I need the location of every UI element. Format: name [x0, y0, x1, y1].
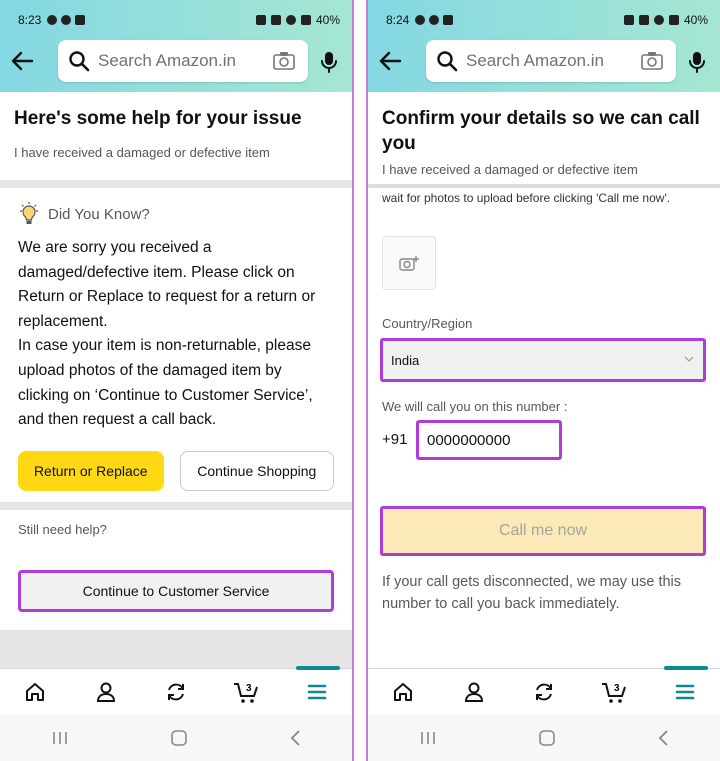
signal-icon	[668, 15, 679, 25]
home-icon[interactable]	[389, 678, 417, 706]
section-divider	[0, 180, 352, 188]
did-you-know-body: We are sorry you received a damaged/defe…	[18, 236, 334, 433]
home-button-icon[interactable]	[170, 729, 188, 747]
lock-icon	[255, 15, 266, 25]
back-arrow-icon[interactable]	[10, 50, 34, 72]
back-button-icon[interactable]	[288, 729, 302, 747]
page-header: Here's some help for your issue I have r…	[0, 92, 352, 160]
bottom-nav: 3	[368, 666, 720, 714]
camera-icon[interactable]	[272, 50, 296, 72]
gallery-icon	[75, 15, 86, 25]
country-region-label: Country/Region	[382, 316, 473, 331]
continue-shopping-button[interactable]: Continue Shopping	[179, 450, 334, 491]
did-you-know-header: Did You Know?	[18, 202, 334, 226]
location-icon	[61, 15, 72, 25]
signal-icon	[300, 15, 311, 25]
still-need-help-label: Still need help?	[18, 522, 107, 537]
refresh-icon[interactable]	[162, 678, 190, 706]
left-screen: 8:23 40% Search Amazon.in Here's some he…	[0, 0, 352, 761]
refresh-icon[interactable]	[530, 678, 558, 706]
battery-level: 40%	[683, 13, 708, 27]
menu-icon[interactable]	[303, 678, 331, 706]
top-bar: 8:23 40% Search Amazon.in	[0, 0, 352, 92]
status-bar: 8:24 40%	[386, 12, 708, 28]
continue-to-customer-service-button[interactable]: Continue to Customer Service	[18, 570, 334, 612]
status-bar: 8:23 40%	[18, 12, 340, 28]
nav-active-indicator	[296, 666, 340, 670]
issue-subtitle: I have received a damaged or defective i…	[382, 162, 638, 177]
wifi-icon	[285, 15, 296, 25]
recent-apps-icon[interactable]	[418, 730, 438, 746]
search-icon	[437, 51, 458, 72]
status-system-icons: 40%	[255, 13, 340, 27]
call-number-label: We will call you on this number :	[382, 399, 568, 414]
call-me-now-button[interactable]: Call me now	[380, 506, 706, 556]
search-placeholder: Search Amazon.in	[98, 51, 236, 70]
status-system-icons: 40%	[623, 13, 708, 27]
back-button-icon[interactable]	[656, 729, 670, 747]
cart-icon[interactable]: 3	[232, 678, 260, 706]
cart-count: 3	[246, 683, 252, 694]
lock-icon	[623, 15, 634, 25]
country-region-value: India	[391, 352, 420, 368]
did-you-know-paragraph-1: We are sorry you received a damaged/defe…	[18, 239, 316, 330]
page-title: Here's some help for your issue	[14, 108, 302, 129]
right-screen: 8:24 40% Search Amazon.in Confirm your d…	[368, 0, 720, 761]
phone-number-input[interactable]: 0000000000	[416, 420, 562, 460]
country-region-select[interactable]: India	[380, 338, 706, 382]
issue-subtitle: I have received a damaged or defective i…	[14, 145, 270, 160]
chevron-down-icon	[684, 356, 694, 362]
account-icon[interactable]	[460, 678, 488, 706]
back-arrow-icon[interactable]	[378, 50, 402, 72]
status-notification-icons	[415, 15, 454, 25]
search-icon	[69, 51, 90, 72]
system-nav-bar	[0, 714, 352, 761]
recent-apps-icon[interactable]	[50, 730, 70, 746]
return-or-replace-button[interactable]: Return or Replace	[18, 450, 164, 491]
account-icon[interactable]	[92, 678, 120, 706]
battery-level: 40%	[315, 13, 340, 27]
whatsapp-icon	[47, 15, 58, 25]
search-bar[interactable]: Search Amazon.in	[58, 40, 308, 82]
home-button-icon[interactable]	[538, 729, 556, 747]
cart-icon[interactable]: 3	[600, 678, 628, 706]
cart-count: 3	[614, 683, 620, 694]
did-you-know-heading: Did You Know?	[48, 205, 150, 223]
section-divider	[368, 184, 720, 188]
microphone-icon[interactable]	[318, 50, 340, 74]
add-photo-icon	[399, 256, 419, 271]
bottom-nav: 3	[0, 666, 352, 714]
menu-icon[interactable]	[671, 678, 699, 706]
gallery-icon	[443, 15, 454, 25]
alarm-icon	[270, 15, 281, 25]
search-placeholder: Search Amazon.in	[466, 51, 604, 70]
nav-active-indicator	[664, 666, 708, 670]
status-notification-icons	[47, 15, 86, 25]
did-you-know-paragraph-2: In case your item is non-returnable, ple…	[18, 337, 313, 429]
screen-separator	[352, 0, 368, 761]
status-time: 8:23	[18, 13, 42, 27]
page-footer-spacer	[0, 630, 352, 668]
add-photo-button[interactable]	[382, 236, 436, 290]
lightbulb-icon	[20, 202, 38, 224]
alarm-icon	[638, 15, 649, 25]
page-header: Confirm your details so we can call you …	[368, 92, 720, 177]
phone-country-code: +91	[382, 431, 408, 448]
system-nav-bar	[368, 714, 720, 761]
search-bar[interactable]: Search Amazon.in	[426, 40, 676, 82]
status-time: 8:24	[386, 13, 410, 27]
whatsapp-icon	[415, 15, 426, 25]
section-divider	[0, 502, 352, 510]
location-icon	[429, 15, 440, 25]
top-bar: 8:24 40% Search Amazon.in	[368, 0, 720, 92]
page-title: Confirm your details so we can call you	[382, 108, 700, 154]
microphone-icon[interactable]	[686, 50, 708, 74]
disconnect-note: If your call gets disconnected, we may u…	[382, 574, 682, 612]
did-you-know-card: Did You Know? We are sorry you received …	[0, 190, 352, 503]
action-button-row: Return or Replace Continue Shopping	[18, 450, 334, 491]
photo-upload-instruction: wait for photos to upload before clickin…	[382, 191, 671, 205]
camera-icon[interactable]	[640, 50, 664, 72]
home-icon[interactable]	[21, 678, 49, 706]
wifi-icon	[653, 15, 664, 25]
